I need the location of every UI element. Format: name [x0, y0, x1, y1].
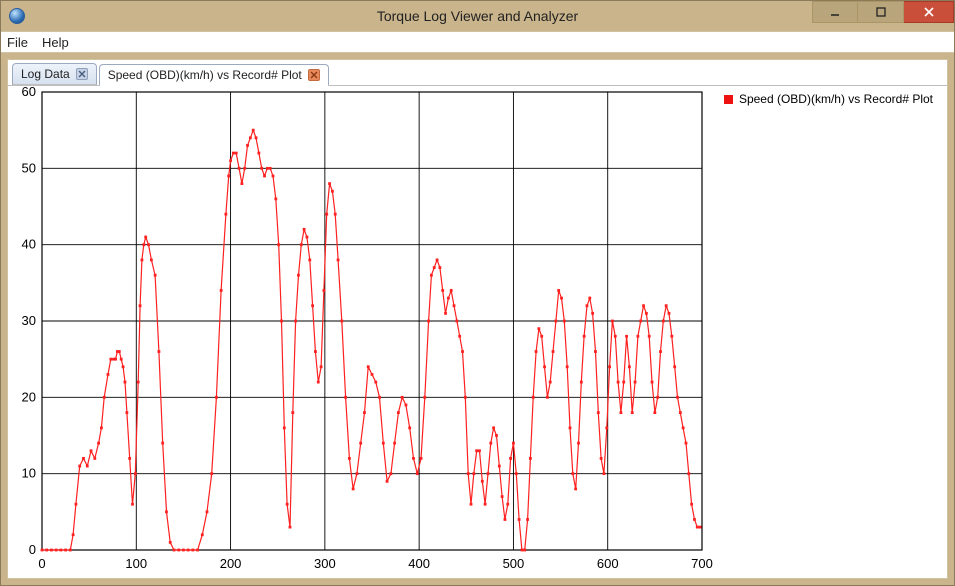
- tab-log-data[interactable]: Log Data: [12, 63, 97, 85]
- window-controls: [812, 1, 954, 31]
- svg-text:60: 60: [22, 86, 36, 99]
- tab-speed-plot[interactable]: Speed (OBD)(km/h) vs Record# Plot: [99, 64, 329, 86]
- svg-text:50: 50: [22, 160, 36, 175]
- menu-help[interactable]: Help: [42, 35, 69, 50]
- svg-text:700: 700: [691, 556, 713, 571]
- svg-text:600: 600: [597, 556, 619, 571]
- svg-text:20: 20: [22, 389, 36, 404]
- menu-file[interactable]: File: [7, 35, 28, 50]
- svg-text:400: 400: [408, 556, 430, 571]
- tabstrip: Log Data Speed (OBD)(km/h) vs Record# Pl…: [8, 60, 947, 86]
- legend-swatch: [724, 95, 733, 104]
- menubar: File Help: [1, 31, 954, 53]
- content-panel: Log Data Speed (OBD)(km/h) vs Record# Pl…: [7, 59, 948, 579]
- tab-label: Speed (OBD)(km/h) vs Record# Plot: [108, 68, 302, 82]
- svg-text:100: 100: [125, 556, 147, 571]
- svg-text:10: 10: [22, 466, 36, 481]
- legend-label: Speed (OBD)(km/h) vs Record# Plot: [739, 92, 933, 106]
- minimize-button[interactable]: [812, 1, 858, 23]
- titlebar[interactable]: Torque Log Viewer and Analyzer: [1, 1, 954, 31]
- svg-text:0: 0: [38, 556, 45, 571]
- svg-text:200: 200: [220, 556, 242, 571]
- app-icon: [9, 8, 25, 24]
- svg-text:300: 300: [314, 556, 336, 571]
- legend: Speed (OBD)(km/h) vs Record# Plot: [724, 92, 933, 106]
- close-button[interactable]: [904, 1, 954, 23]
- tab-label: Log Data: [21, 67, 70, 81]
- app-window: Torque Log Viewer and Analyzer File Help…: [0, 0, 955, 586]
- svg-text:0: 0: [29, 542, 36, 557]
- svg-text:30: 30: [22, 313, 36, 328]
- close-icon[interactable]: [76, 68, 88, 80]
- line-chart: 0 100 200 300 400 500 600 700 0 10 20 30 40 50 60: [8, 86, 947, 578]
- maximize-button[interactable]: [858, 1, 904, 23]
- svg-text:40: 40: [22, 237, 36, 252]
- chart-area: 0 100 200 300 400 500 600 700 0 10 20 30 40 50 60 Spee…: [8, 86, 947, 578]
- svg-text:500: 500: [503, 556, 525, 571]
- close-icon[interactable]: [308, 69, 320, 81]
